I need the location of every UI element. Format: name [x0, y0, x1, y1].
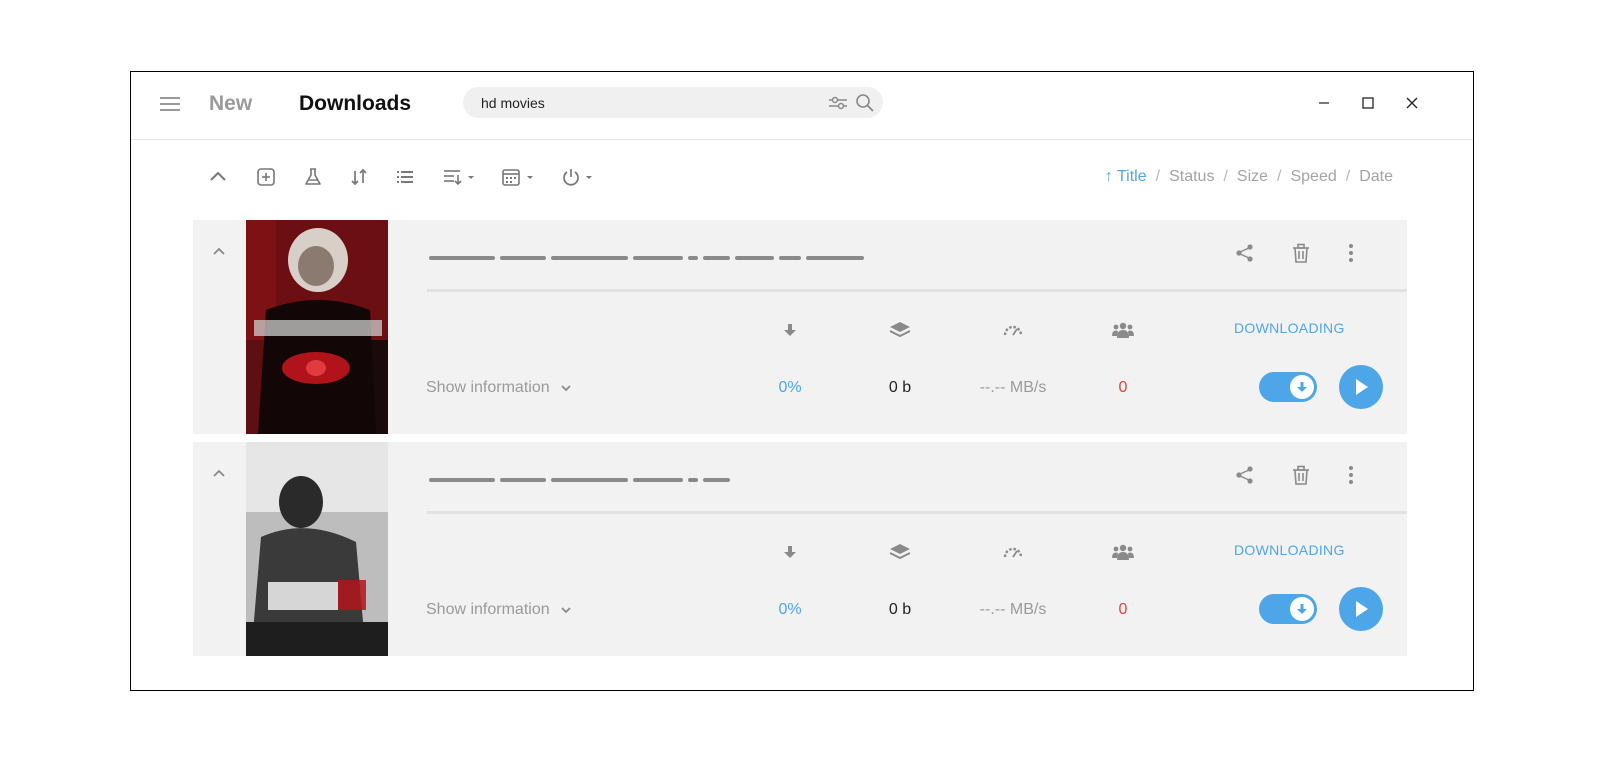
download-arrow-icon [1290, 375, 1314, 399]
minimize-icon[interactable] [1313, 92, 1335, 114]
chevron-up-icon[interactable] [208, 165, 228, 189]
size-value: 0 b [888, 379, 912, 396]
layers-icon [888, 320, 912, 340]
peers-icon [1111, 320, 1135, 340]
sort-option-label: Title [1117, 168, 1147, 185]
layers-icon [888, 542, 912, 562]
progress-value: 0% [778, 379, 802, 396]
more-vertical-icon[interactable] [1339, 241, 1363, 265]
play-button[interactable] [1339, 587, 1383, 631]
hamburger-menu-icon[interactable] [160, 93, 180, 113]
show-information-label: Show information [426, 601, 550, 618]
sort-option-speed[interactable]: Speed [1290, 168, 1336, 185]
download-card: DOWNLOADING Show information 0% 0 b --.-… [193, 220, 1407, 434]
download-arrow-icon [1290, 597, 1314, 621]
close-icon[interactable] [1401, 92, 1423, 114]
peers-value: 0 [1118, 601, 1128, 618]
sort-option-status[interactable]: Status [1169, 168, 1214, 185]
movie-poster-thumbnail[interactable] [246, 220, 388, 434]
search-bar [463, 87, 883, 118]
sort-separator: / [1345, 168, 1351, 185]
download-toggle[interactable] [1259, 594, 1317, 624]
trash-icon[interactable] [1289, 463, 1313, 487]
download-arrow-icon [778, 320, 802, 340]
power-dropdown-icon[interactable] [561, 165, 595, 189]
chevron-up-icon[interactable] [211, 466, 227, 482]
chevron-up-icon[interactable] [211, 244, 227, 260]
play-icon [1356, 379, 1368, 395]
sort-bar: ↑ Title / Status / Size / Speed / Date [1105, 168, 1393, 186]
maximize-icon[interactable] [1357, 92, 1379, 114]
speed-value: --.-- MB/s [979, 379, 1047, 396]
share-icon[interactable] [1233, 241, 1257, 265]
sort-option-date[interactable]: Date [1359, 168, 1393, 185]
flask-icon[interactable] [303, 165, 323, 189]
chevron-down-icon [560, 385, 571, 392]
download-toggle[interactable] [1259, 372, 1317, 402]
sort-separator: / [1277, 168, 1282, 185]
search-icon[interactable] [855, 93, 875, 113]
download-card: DOWNLOADING Show information 0% 0 b --.-… [193, 442, 1407, 656]
status-label: DOWNLOADING [1234, 542, 1345, 558]
nav-tab-new[interactable]: New [209, 92, 252, 116]
sort-separator: / [1155, 168, 1161, 185]
play-button[interactable] [1339, 365, 1383, 409]
download-arrow-icon [778, 542, 802, 562]
sort-separator: / [1223, 168, 1228, 185]
trash-icon[interactable] [1289, 241, 1313, 265]
calendar-dropdown-icon[interactable] [501, 165, 535, 189]
sort-arrows-icon[interactable] [349, 165, 369, 189]
add-square-icon[interactable] [256, 165, 276, 189]
nav-tab-downloads[interactable]: Downloads [299, 92, 411, 116]
play-icon [1356, 601, 1368, 617]
progress-value: 0% [778, 601, 802, 618]
list-icon[interactable] [395, 165, 415, 189]
divider [427, 289, 1407, 292]
title-bar: New Downloads [131, 72, 1473, 140]
speedometer-icon [1001, 320, 1025, 340]
movie-poster-thumbnail[interactable] [246, 442, 388, 656]
sort-option-size[interactable]: Size [1237, 168, 1268, 185]
speedometer-icon [1001, 542, 1025, 562]
show-information-toggle[interactable]: Show information [426, 601, 572, 619]
show-information-label: Show information [426, 379, 550, 396]
more-vertical-icon[interactable] [1339, 463, 1363, 487]
status-label: DOWNLOADING [1234, 320, 1345, 336]
share-icon[interactable] [1233, 463, 1257, 487]
app-window: New Downloads hd movies ↑ Title / Status… [130, 71, 1474, 691]
show-information-toggle[interactable]: Show information [426, 379, 572, 397]
filter-sliders-icon[interactable] [827, 93, 849, 113]
queue-dropdown-icon[interactable] [442, 165, 476, 189]
peers-value: 0 [1118, 379, 1128, 396]
speed-value: --.-- MB/s [979, 601, 1047, 618]
search-input[interactable] [481, 87, 811, 118]
chevron-down-icon [560, 607, 571, 614]
peers-icon [1111, 542, 1135, 562]
sort-option-title[interactable]: ↑ Title [1105, 168, 1147, 185]
size-value: 0 b [888, 601, 912, 618]
divider [427, 511, 1407, 514]
sort-direction-arrow: ↑ [1104, 168, 1113, 185]
